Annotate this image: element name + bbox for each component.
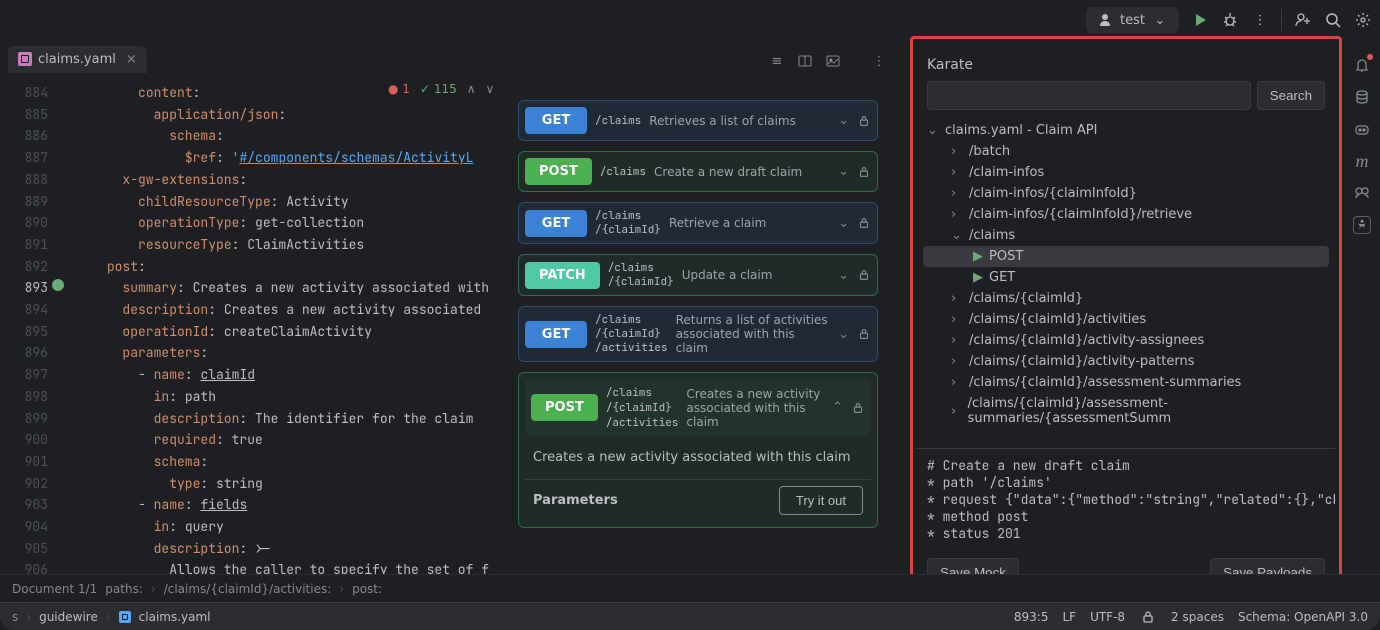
m-tool-icon[interactable]: m <box>1353 152 1371 170</box>
run-config-name: test <box>1120 13 1145 28</box>
more-editor-icon[interactable]: ⋮ <box>870 52 888 70</box>
tree-node[interactable]: ›/claim-infos/{claimInfoId} <box>923 183 1329 204</box>
tree-node[interactable]: ›/claims/{claimId}/activity-patterns <box>923 351 1329 372</box>
settings-icon[interactable] <box>1354 11 1372 29</box>
cursor-position[interactable]: 893:5 <box>1014 610 1049 624</box>
tree-node[interactable]: ›/batch <box>923 141 1329 162</box>
try-it-out-button[interactable]: Try it out <box>779 486 863 515</box>
right-tool-strip: m <box>1344 40 1380 630</box>
assist-icon[interactable] <box>1353 184 1371 202</box>
tree-node[interactable]: ▶GET <box>923 267 1329 288</box>
list-view-icon[interactable]: ≡ <box>768 52 786 70</box>
divider <box>1281 9 1282 31</box>
chevron-down-icon: ⌄ <box>1151 11 1169 29</box>
person-icon <box>1096 11 1114 29</box>
karate-tree: ⌄claims.yaml - Claim API›/batch›/claim-i… <box>917 120 1335 448</box>
tree-root[interactable]: ⌄claims.yaml - Claim API <box>923 120 1329 141</box>
tree-node[interactable]: ›/claim-infos/{claimInfoId}/retrieve <box>923 204 1329 225</box>
karate-search-input[interactable] <box>927 81 1251 110</box>
karate-panel: Karate Search ⌄claims.yaml - Claim API›/… <box>910 36 1342 600</box>
add-user-icon[interactable] <box>1294 11 1312 29</box>
schema-setting[interactable]: Schema: OpenAPI 3.0 <box>1238 610 1368 624</box>
crumb-path[interactable]: paths: <box>105 582 143 596</box>
swagger-op-expanded: POST/claims/{claimId}/activitiesCreates … <box>518 372 878 528</box>
tree-node[interactable]: ›/claims/{claimId}/assessment-summaries <box>923 372 1329 393</box>
close-tab-icon[interactable]: × <box>126 52 137 67</box>
top-toolbar: test ⌄ ⋮ <box>0 0 1380 40</box>
yaml-file-icon <box>18 52 32 66</box>
tree-node[interactable]: ›/claims/{claimId} <box>923 288 1329 309</box>
database-icon[interactable] <box>1353 88 1371 106</box>
karate-search-button[interactable]: Search <box>1257 81 1325 110</box>
tree-node[interactable]: ›/claim-infos <box>923 162 1329 183</box>
run-config-selector[interactable]: test ⌄ <box>1086 7 1179 33</box>
tree-node[interactable]: ›/claims/{claimId}/assessment-summaries/… <box>923 393 1329 429</box>
karate-snippet: # Create a new draft claim * path '/clai… <box>917 448 1335 550</box>
tree-node[interactable]: ›/claims/{claimId}/activities <box>923 309 1329 330</box>
notifications-icon[interactable] <box>1353 56 1371 74</box>
crumb-claim[interactable]: /claims/{claimId}/activities: <box>164 582 332 596</box>
copilot-icon[interactable] <box>1353 120 1371 138</box>
editor-tab-bar: claims.yaml × <box>0 42 140 76</box>
run-button[interactable] <box>1191 11 1209 29</box>
swagger-preview: GET/claimsRetrieves a list of claims⌄ POS… <box>518 100 878 574</box>
accessibility-icon[interactable] <box>1353 216 1371 234</box>
tree-node[interactable]: ›/claims/{claimId}/activity-assignees <box>923 330 1329 351</box>
file-encoding[interactable]: UTF-8 <box>1090 610 1125 624</box>
readonly-icon[interactable] <box>1139 608 1157 626</box>
editor-view-toggles: ≡ ⋮ <box>768 52 888 70</box>
swagger-op-get[interactable]: GET/claimsRetrieves a list of claims⌄ <box>518 100 878 141</box>
crumb-post[interactable]: post: <box>352 582 382 596</box>
line-gutter: 8848858868878888898908918928938948958968… <box>0 78 60 574</box>
preview-icon[interactable] <box>824 52 842 70</box>
debug-button[interactable] <box>1221 11 1239 29</box>
status-bar: s› guidewire› claims.yaml 893:5 LF UTF-8… <box>0 602 1380 630</box>
swagger-op-patch[interactable]: PATCH/claims/{claimId}Update a claim⌄ <box>518 254 878 296</box>
yaml-file-icon <box>119 611 131 623</box>
file-tab[interactable]: claims.yaml × <box>8 46 147 73</box>
karate-title: Karate <box>917 43 1335 81</box>
nav-project[interactable]: guidewire <box>39 610 98 624</box>
tab-filename: claims.yaml <box>38 52 116 67</box>
breadcrumbs: Document 1/1 paths: › /claims/{claimId}/… <box>0 574 1380 602</box>
tree-node[interactable]: ▶POST <box>923 246 1329 267</box>
search-icon[interactable] <box>1324 11 1342 29</box>
crumb-doc[interactable]: Document 1/1 <box>12 582 97 596</box>
swagger-op-get[interactable]: GET/claims/{claimId}Retrieve a claim⌄ <box>518 202 878 244</box>
tree-node[interactable]: ⌄/claims <box>923 225 1329 246</box>
line-separator[interactable]: LF <box>1062 610 1076 624</box>
split-view-icon[interactable] <box>796 52 814 70</box>
nav-filename[interactable]: claims.yaml <box>139 610 211 624</box>
swagger-op-post[interactable]: POST/claimsCreate a new draft claim⌄ <box>518 151 878 192</box>
swagger-op-get[interactable]: GET/claims/{claimId}/activitiesReturns a… <box>518 306 878 362</box>
more-menu-icon[interactable]: ⋮ <box>1251 11 1269 29</box>
indent-setting[interactable]: 2 spaces <box>1171 610 1224 624</box>
